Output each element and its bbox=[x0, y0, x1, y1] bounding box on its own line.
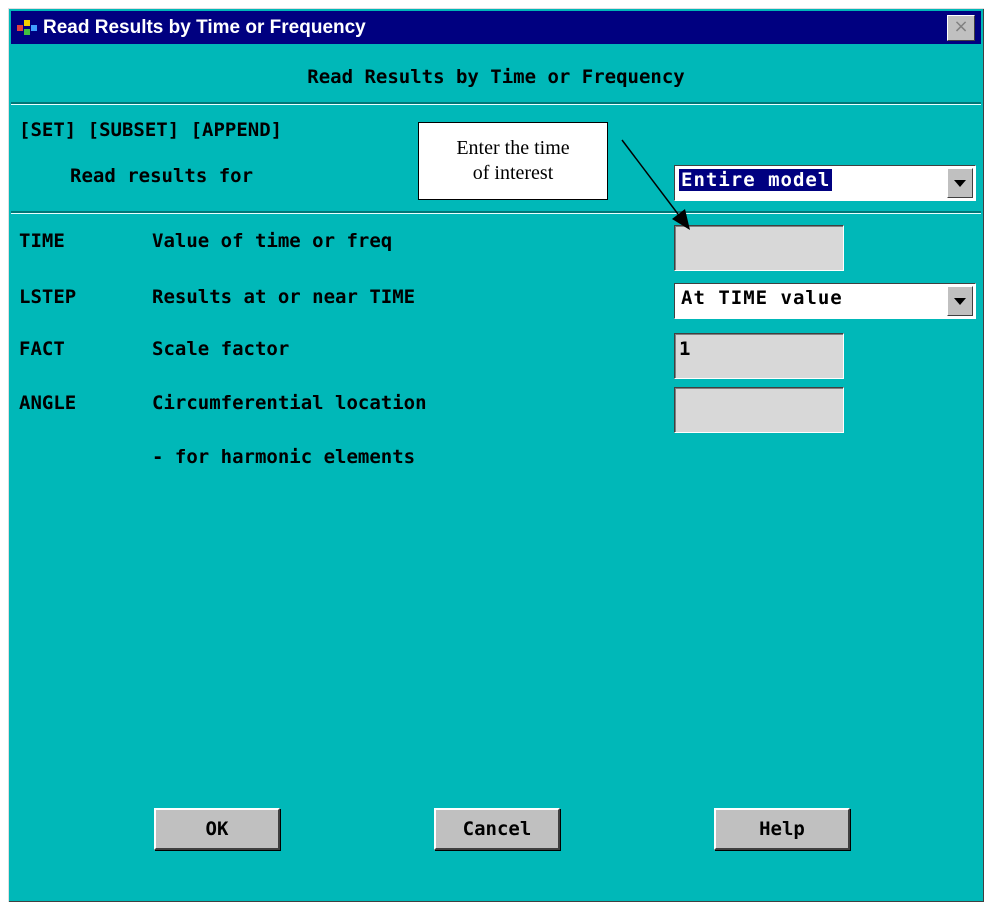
dropdown-arrow-icon[interactable] bbox=[947, 168, 973, 198]
angle-input[interactable] bbox=[674, 387, 844, 433]
lstep-label: Results at or near TIME bbox=[152, 286, 416, 308]
read-results-select[interactable]: Entire model bbox=[674, 165, 976, 201]
header-divider bbox=[11, 102, 981, 105]
read-results-label: Read results for bbox=[70, 165, 254, 187]
fact-key: FACT bbox=[19, 338, 65, 360]
lstep-select[interactable]: At TIME value bbox=[674, 283, 976, 319]
callout-line-2: of interest bbox=[472, 162, 554, 184]
time-key: TIME bbox=[19, 230, 65, 252]
fact-input[interactable]: 1 bbox=[674, 333, 844, 379]
ok-button[interactable]: OK bbox=[154, 808, 280, 850]
callout-line-1: Enter the time bbox=[456, 137, 570, 159]
ansys-app-icon bbox=[17, 19, 37, 36]
command-label: [SET] [SUBSET] [APPEND] bbox=[19, 119, 283, 141]
title-bar[interactable]: Read Results by Time or Frequency × bbox=[11, 11, 981, 44]
read-results-value: Entire model bbox=[679, 169, 833, 191]
lstep-value: At TIME value bbox=[681, 287, 843, 309]
angle-label: Circumferential location bbox=[152, 392, 427, 414]
dialog-header: Read Results by Time or Frequency bbox=[307, 66, 685, 88]
window-title: Read Results by Time or Frequency bbox=[43, 16, 366, 38]
callout-box: Enter the time of interest bbox=[418, 122, 608, 200]
lstep-key: LSTEP bbox=[19, 286, 77, 308]
help-button[interactable]: Help bbox=[714, 808, 850, 850]
time-label: Value of time or freq bbox=[152, 230, 393, 252]
time-input[interactable] bbox=[674, 225, 844, 271]
section-divider bbox=[11, 211, 981, 214]
cancel-button[interactable]: Cancel bbox=[434, 808, 560, 850]
angle-key: ANGLE bbox=[19, 392, 77, 414]
fact-label: Scale factor bbox=[152, 338, 290, 360]
harmonic-note: - for harmonic elements bbox=[152, 446, 416, 468]
close-icon[interactable]: × bbox=[947, 14, 975, 41]
dropdown-arrow-icon[interactable] bbox=[947, 286, 973, 316]
